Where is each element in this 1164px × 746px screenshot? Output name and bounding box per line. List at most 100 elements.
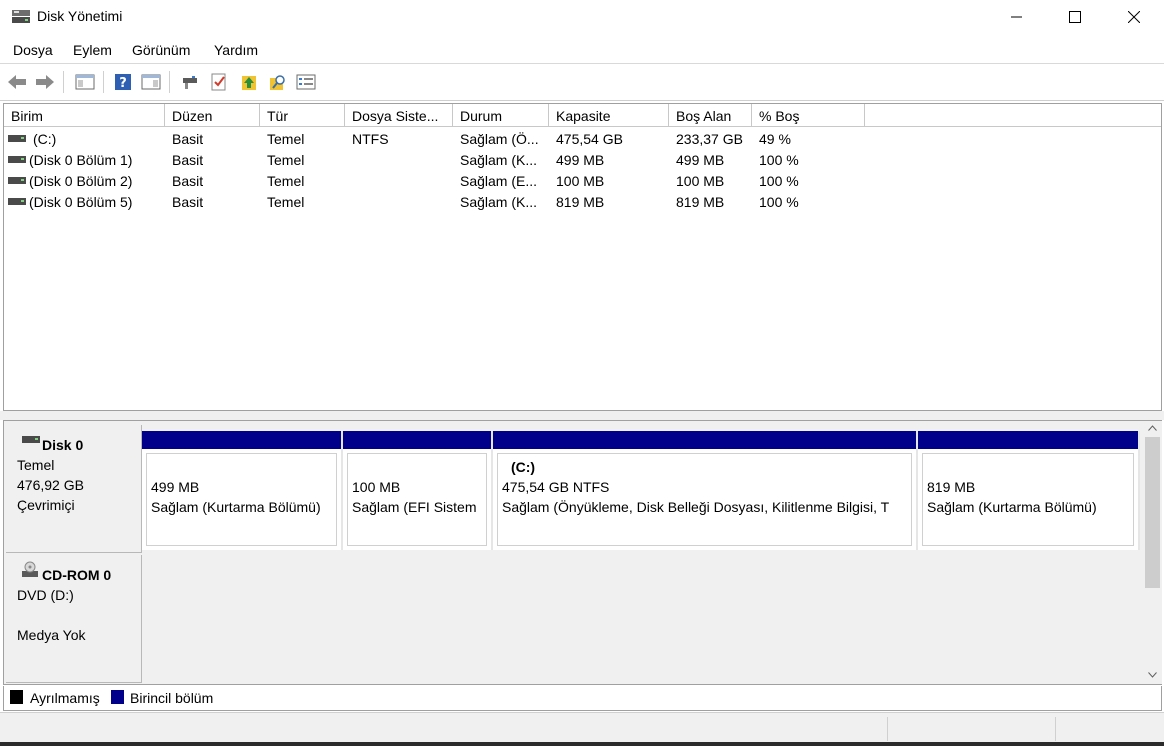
- help-icon: ?: [115, 74, 131, 91]
- cell-kapasite: 499 MB: [556, 152, 605, 168]
- console-tree-button[interactable]: [74, 71, 96, 93]
- partition-status: Sağlam (Kurtarma Bölümü): [927, 499, 1097, 515]
- maximize-icon: [1069, 11, 1081, 23]
- scrollbar-thumb[interactable]: [1145, 437, 1160, 588]
- connect-button[interactable]: [179, 71, 201, 93]
- cell-duzen: Basit: [172, 152, 204, 168]
- disk-0-size: 476,92 GB: [17, 477, 84, 493]
- properties-button[interactable]: [295, 71, 317, 93]
- partition-bar: [343, 431, 491, 449]
- partition-size: 475,54 GB NTFS: [502, 479, 610, 495]
- status-bar: [0, 712, 1164, 742]
- disk-0-partitions: 499 MB Sağlam (Kurtarma Bölümü) 100 MB S…: [142, 431, 1140, 550]
- column-header-tur[interactable]: Tür: [260, 104, 345, 127]
- column-header-bos-alan[interactable]: Boş Alan: [669, 104, 752, 127]
- partition-bar: [493, 431, 916, 449]
- disk-layout-pane: Disk 0 Temel 476,92 GB Çevrimiçi 499 MB …: [3, 420, 1162, 685]
- cdrom-0-name: CD-ROM 0: [42, 567, 112, 583]
- search-button[interactable]: [267, 71, 289, 93]
- cell-kapasite: 819 MB: [556, 194, 605, 210]
- volume-list[interactable]: Birim Düzen Tür Dosya Siste... Durum Kap…: [3, 103, 1162, 411]
- table-row[interactable]: (Disk 0 Bölüm 5) Basit Temel Sağlam (K..…: [4, 192, 1161, 213]
- cdrom-0-drive: DVD (D:): [17, 587, 74, 603]
- forward-button[interactable]: [34, 71, 56, 93]
- pane-splitter[interactable]: [0, 411, 1164, 420]
- menu-eylem[interactable]: Eylem: [73, 42, 112, 58]
- column-header-dosya-sistemi[interactable]: Dosya Siste...: [345, 104, 453, 127]
- column-header-yuzde-bos[interactable]: % Boş: [752, 104, 865, 127]
- cell-birim: (Disk 0 Bölüm 5): [29, 194, 133, 210]
- toolbar: ?: [0, 65, 1164, 101]
- table-row[interactable]: (Disk 0 Bölüm 1) Basit Temel Sağlam (K..…: [4, 150, 1161, 171]
- disk-0-label[interactable]: Disk 0 Temel 476,92 GB Çevrimiçi: [6, 425, 142, 553]
- scroll-up-icon[interactable]: [1148, 425, 1157, 431]
- partition-recovery-1[interactable]: 499 MB Sağlam (Kurtarma Bölümü): [142, 431, 343, 550]
- cdrom-0-label[interactable]: CD-ROM 0 DVD (D:) Medya Yok: [6, 555, 142, 683]
- partition-status: Sağlam (Önyükleme, Disk Belleği Dosyası,…: [502, 499, 890, 515]
- cell-duzen: Basit: [172, 131, 204, 147]
- legend-unallocated-label: Ayrılmamış: [30, 690, 100, 706]
- close-button[interactable]: [1105, 0, 1163, 34]
- check-icon: [211, 73, 226, 91]
- cell-duzen: Basit: [172, 173, 204, 189]
- cell-bos-alan: 100 MB: [676, 173, 725, 189]
- column-header-birim[interactable]: Birim: [4, 104, 165, 127]
- legend-primary-swatch: [111, 690, 124, 704]
- menu-yardim[interactable]: Yardım: [214, 42, 258, 58]
- console-tree-icon: [75, 74, 95, 90]
- column-header-duzen[interactable]: Düzen: [165, 104, 260, 127]
- table-row[interactable]: (C:) Basit Temel NTFS Sağlam (Ö... 475,5…: [4, 129, 1161, 150]
- legend: Ayrılmamış Birincil bölüm: [3, 686, 1162, 711]
- scroll-down-icon[interactable]: [1148, 672, 1157, 678]
- back-button[interactable]: [6, 71, 28, 93]
- cell-kapasite: 475,54 GB: [556, 131, 623, 147]
- properties-icon: [296, 74, 316, 90]
- rescan-icon: [242, 76, 256, 90]
- action-pane-button[interactable]: [140, 71, 162, 93]
- disk-icon: [22, 436, 40, 443]
- partition-status: Sağlam (Kurtarma Bölümü): [151, 499, 321, 515]
- partition-c[interactable]: (C:) 475,54 GB NTFS Sağlam (Önyükleme, D…: [493, 431, 918, 550]
- partition-recovery-5[interactable]: 819 MB Sağlam (Kurtarma Bölümü): [918, 431, 1140, 550]
- title-bar: Disk Yönetimi: [0, 0, 1164, 34]
- minimize-button[interactable]: [988, 0, 1046, 34]
- column-header-empty: [865, 104, 1161, 127]
- partition-efi[interactable]: 100 MB Sağlam (EFI Sistem: [343, 431, 493, 550]
- disk-management-icon: [12, 10, 30, 23]
- cell-bos-alan: 499 MB: [676, 152, 725, 168]
- close-icon: [1128, 11, 1140, 23]
- cell-durum: Sağlam (K...: [460, 194, 538, 210]
- menu-gorunum[interactable]: Görünüm: [132, 42, 190, 58]
- check-button[interactable]: [208, 71, 230, 93]
- column-header-durum[interactable]: Durum: [453, 104, 549, 127]
- legend-primary-label: Birincil bölüm: [130, 690, 214, 706]
- partition-size: 100 MB: [352, 479, 401, 495]
- cell-tur: Temel: [267, 194, 305, 210]
- menu-dosya[interactable]: Dosya: [13, 42, 53, 58]
- disk-pane-scrollbar[interactable]: [1143, 421, 1162, 684]
- table-row[interactable]: (Disk 0 Bölüm 2) Basit Temel Sağlam (E..…: [4, 171, 1161, 192]
- cell-yuzde-bos: 100 %: [759, 173, 799, 189]
- maximize-button[interactable]: [1046, 0, 1104, 34]
- cell-duzen: Basit: [172, 194, 204, 210]
- cell-tur: Temel: [267, 173, 305, 189]
- partition-status: Sağlam (EFI Sistem: [352, 499, 477, 515]
- taskbar-edge: [0, 742, 1164, 746]
- cell-yuzde-bos: 49 %: [759, 131, 791, 147]
- help-button[interactable]: ?: [112, 71, 134, 93]
- disk-0-status: Çevrimiçi: [17, 497, 75, 513]
- minimize-icon: [1011, 16, 1022, 18]
- column-header-kapasite[interactable]: Kapasite: [549, 104, 669, 127]
- cdrom-0-media: Medya Yok: [17, 627, 86, 643]
- cell-durum: Sağlam (Ö...: [460, 131, 539, 147]
- cell-birim: (Disk 0 Bölüm 2): [29, 173, 133, 189]
- cdrom-icon: [22, 561, 38, 577]
- connect-disk-icon: [183, 76, 197, 89]
- cell-yuzde-bos: 100 %: [759, 152, 799, 168]
- cell-tur: Temel: [267, 131, 305, 147]
- rescan-button[interactable]: [238, 71, 260, 93]
- cell-bos-alan: 819 MB: [676, 194, 725, 210]
- volume-icon: [8, 135, 26, 142]
- action-pane-icon: [141, 74, 161, 90]
- cell-kapasite: 100 MB: [556, 173, 605, 189]
